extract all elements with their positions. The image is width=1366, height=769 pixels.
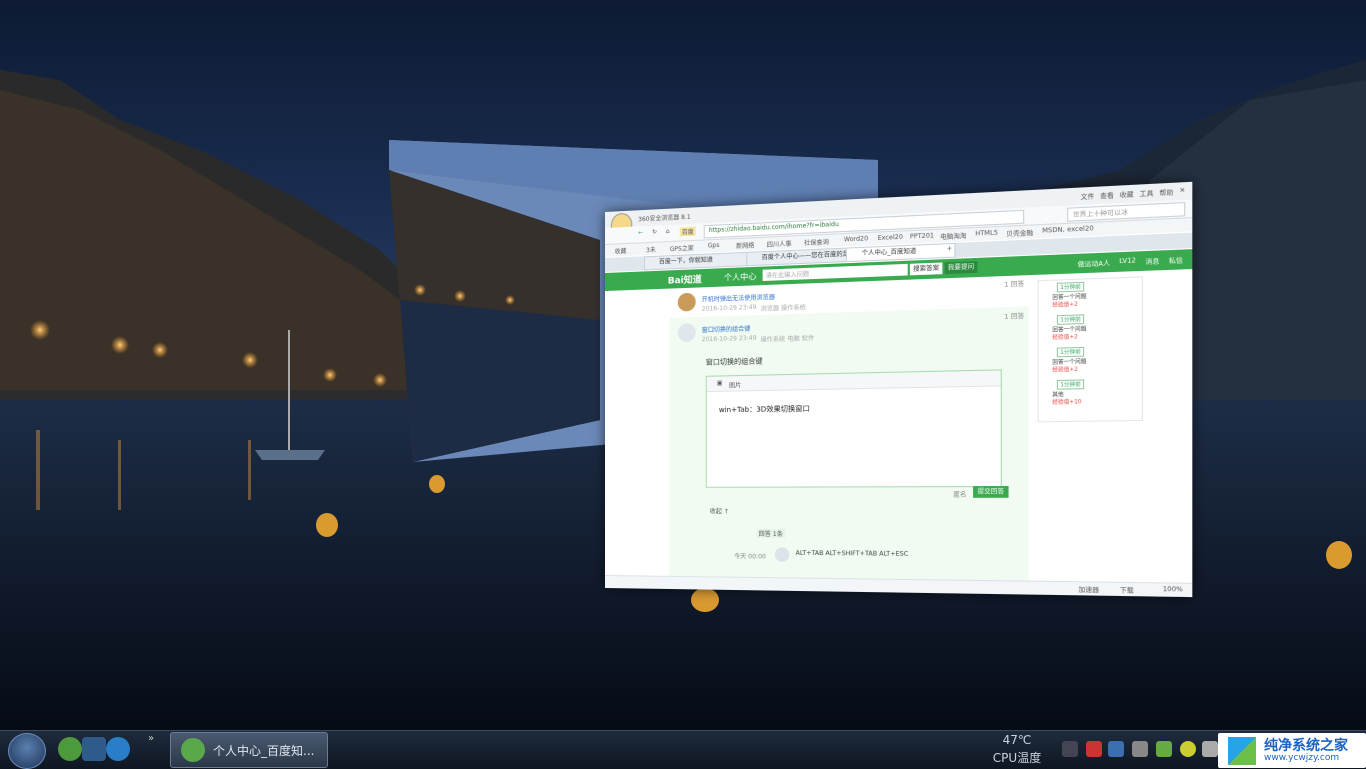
brand-watermark: 纯净系统之家 www.ycwjzy.com — [1218, 733, 1366, 768]
zhidao-logo[interactable]: Bai知道 — [668, 272, 702, 286]
app-title: 360安全浏览器 8.1 — [638, 213, 691, 224]
browser-icon — [181, 738, 205, 762]
time-tag: 1分钟前 — [1056, 281, 1085, 293]
message-link[interactable]: 消息 — [1145, 256, 1159, 266]
desktop-wallpaper: 360安全浏览器 8.1 文件 查看 收藏 工具 帮助 ✕ ← ↻ ⌂ 百度 h… — [0, 0, 1366, 730]
private-message-link[interactable]: 私信 — [1169, 255, 1183, 265]
bookmark-item[interactable]: GPS之家 — [670, 243, 694, 253]
menu-item[interactable]: 收藏 — [1120, 189, 1134, 199]
time-tag: 1分钟前 — [1056, 379, 1085, 390]
brand-logo-icon — [1228, 737, 1256, 765]
submit-answer-button[interactable]: 提交回答 — [973, 485, 1009, 498]
bookmark-item[interactable]: Excel20 — [878, 234, 903, 242]
bookmark-item[interactable]: 3未 — [646, 245, 656, 254]
plus-icon[interactable] — [1180, 741, 1196, 757]
answer-count-badge: 1 回答 — [1004, 280, 1025, 289]
page-title: 个人中心 — [723, 271, 757, 283]
menu-item[interactable]: 查看 — [1100, 190, 1114, 200]
question-search-placeholder: 请在此输入问题 — [765, 270, 810, 280]
bookmark-item[interactable]: Word20 — [844, 235, 868, 243]
question-link[interactable]: 开机时弹出无法使用浏览器 — [702, 292, 775, 304]
bookmark-item[interactable]: 收藏 — [615, 246, 627, 256]
time-tag: 1分钟前 — [1056, 314, 1085, 325]
window-menu: 文件 查看 收藏 工具 帮助 ✕ — [1081, 187, 1186, 202]
question-meta: 2016-10-29 23:49 — [701, 334, 757, 344]
bookmark-item[interactable]: 四川人事 — [767, 239, 792, 249]
avatar — [677, 292, 696, 312]
desktop-quicklaunch-icon[interactable] — [82, 737, 106, 761]
bookmark-item[interactable]: 贝壳金融 — [1006, 228, 1033, 239]
menu-item[interactable]: 工具 — [1139, 188, 1153, 198]
zoom-level[interactable]: 100% — [1163, 586, 1183, 594]
answer-content[interactable]: win+Tab：3D效果切换窗口 — [719, 404, 810, 416]
header-links: 做运动A人 LV12 消息 私信 — [1078, 255, 1183, 269]
chevron-right-icon[interactable]: » — [148, 733, 154, 744]
brand-url: www.ycwjzy.com — [1264, 753, 1340, 763]
question-meta: 2016-10-29 23:49 — [701, 303, 757, 313]
back-icon[interactable]: ← — [638, 229, 643, 236]
reply-count-tag: 回答 1条 — [756, 528, 785, 539]
bookmark-item[interactable]: 社保查询 — [804, 237, 829, 247]
accelerator-button[interactable]: 加速器 — [1078, 584, 1099, 595]
question-search-input[interactable]: 请在此输入问题 — [762, 263, 908, 281]
reply-time: 今天 00:00 — [734, 553, 766, 561]
new-tab-icon[interactable]: + — [947, 245, 952, 253]
bookmark-item[interactable]: Gps — [708, 242, 720, 250]
activity-points: 经验值+2 — [1052, 366, 1078, 374]
search-placeholder: 世界上十种可以冰 — [1072, 209, 1128, 220]
activity-points: 经验值+10 — [1052, 399, 1082, 406]
menu-item[interactable]: 帮助 — [1159, 187, 1173, 197]
bookmark-item[interactable]: HTML5 — [975, 229, 998, 237]
answer-editor[interactable]: ▣ 图片 win+Tab：3D效果切换窗口 — [705, 369, 1002, 488]
home-icon[interactable]: ⌂ — [666, 228, 670, 235]
a-app-icon[interactable] — [1108, 741, 1124, 757]
bookmark-item[interactable]: excel20 — [1067, 225, 1094, 234]
url-text: https://zhidao.baidu.com/ihome?fr=ibaidu — [708, 220, 839, 235]
ask-button[interactable]: 我要提问 — [944, 261, 978, 275]
taskbar-window-label: 个人中心_百度知... — [213, 744, 315, 758]
usb-icon[interactable] — [1132, 741, 1148, 757]
download-button[interactable]: 下载 — [1120, 585, 1134, 595]
user-link[interactable]: 做运动A人 — [1078, 258, 1110, 269]
image-icon[interactable]: ▣ — [717, 380, 723, 387]
network-icon[interactable] — [1062, 741, 1078, 757]
bookmark-item[interactable]: PPT201 — [910, 232, 934, 240]
activity-points: 经验值+2 — [1052, 301, 1078, 309]
search-engine-select[interactable]: 百度 — [679, 226, 696, 237]
bookmark-item[interactable]: 新网络 — [736, 240, 754, 250]
browser-window[interactable]: 360安全浏览器 8.1 文件 查看 收藏 工具 帮助 ✕ ← ↻ ⌂ 百度 h… — [605, 181, 1193, 598]
question-tags: 浏览器 操作系统 — [760, 304, 806, 313]
collapse-link[interactable]: 收起 ↑ — [710, 506, 729, 515]
time-tag: 1分钟前 — [1056, 346, 1085, 358]
question-link[interactable]: 窗口切换的组合键 — [702, 324, 751, 335]
browser-quicklaunch-icon[interactable] — [58, 737, 82, 761]
answer-count-badge: 1 回答 — [1004, 312, 1025, 322]
user-icon[interactable] — [1156, 741, 1172, 757]
cpu-temp-label: CPU温度 — [992, 751, 1042, 765]
activity-points: 经验值+2 — [1052, 334, 1078, 342]
bookmark-item[interactable]: 电脑淘淘 — [940, 231, 966, 242]
anonymous-checkbox[interactable]: 匿名 — [953, 489, 966, 498]
avatar — [774, 547, 790, 562]
k-quicklaunch-icon[interactable] — [106, 737, 130, 761]
taskbar: » 个人中心_百度知... 47℃ CPU温度 — [0, 730, 1366, 769]
bookmark-item[interactable]: MSDN, — [1042, 226, 1065, 235]
image-label[interactable]: 图片 — [729, 380, 741, 389]
level-link[interactable]: LV12 — [1119, 257, 1136, 267]
clipboard-icon[interactable] — [1202, 741, 1218, 757]
question-tags: 操作系统 电脑 软件 — [760, 335, 815, 344]
taskbar-window-button[interactable]: 个人中心_百度知... — [170, 732, 328, 768]
close-icon[interactable]: ✕ — [1179, 187, 1185, 197]
start-button[interactable] — [8, 733, 46, 769]
refresh-icon[interactable]: ↻ — [652, 229, 657, 236]
activity-sidebar: 1分钟前 回答一个问题 经验值+2 1分钟前 回答一个问题 经验值+2 1分钟前… — [1037, 276, 1144, 423]
feed: 开机时弹出无法使用浏览器 2016-10-29 23:49 浏览器 操作系统 1… — [669, 276, 1029, 598]
monitor-icon[interactable] — [1086, 741, 1102, 757]
brand-name: 纯净系统之家 — [1264, 738, 1348, 754]
menu-item[interactable]: 文件 — [1081, 191, 1095, 201]
question-heading: 窗口切换的组合键 — [705, 357, 763, 367]
search-answer-button[interactable]: 搜索答案 — [909, 262, 943, 276]
cpu-temp: 47℃ — [1002, 733, 1032, 747]
reply-text: ALT+TAB ALT+SHIFT+TAB ALT+ESC — [795, 549, 909, 558]
